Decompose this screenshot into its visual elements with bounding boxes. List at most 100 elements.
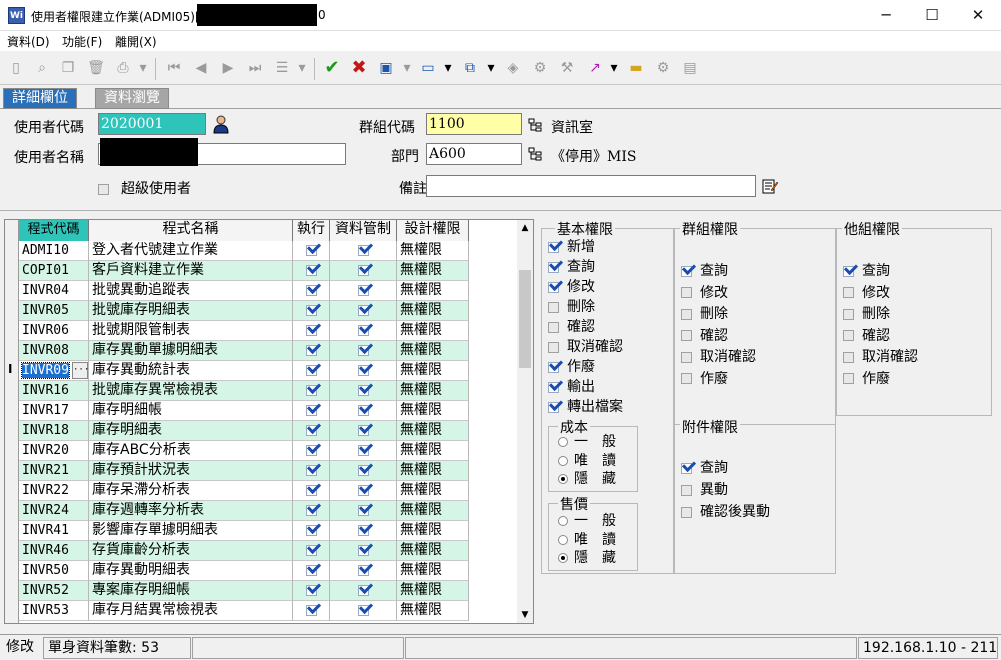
radio-button[interactable] [558, 437, 568, 447]
other-group-perms-item[interactable]: 作廢 [843, 369, 890, 389]
table-row[interactable]: INVR46 存貨庫齡分析表 無權限 [19, 541, 469, 561]
radio-button[interactable] [558, 516, 568, 526]
execute-checkbox[interactable] [293, 441, 330, 461]
scroll-up-icon[interactable]: ▲ [517, 220, 533, 236]
execute-checkbox[interactable] [293, 481, 330, 501]
basic-perms-item[interactable]: 刪除 [548, 297, 595, 317]
attach-perms-item[interactable]: 異動 [681, 480, 728, 500]
scroll-thumb[interactable] [519, 270, 531, 368]
table-row[interactable]: INVR22 庫存呆滯分析表 無權限 [19, 481, 469, 501]
program-code-cell[interactable]: INVR06 [19, 321, 89, 341]
menu-exit[interactable]: 離開(X) [115, 33, 157, 50]
scroll-down-icon[interactable]: ▼ [517, 607, 533, 623]
design-perm-cell[interactable]: 無權限 [397, 601, 469, 621]
execute-checkbox[interactable] [293, 421, 330, 441]
program-name-cell[interactable]: 存貨庫齡分析表 [89, 541, 293, 561]
basic-perms-item[interactable]: 輸出 [548, 377, 595, 397]
permission-checkbox[interactable] [681, 265, 692, 277]
program-code-cell[interactable]: INVR41 [19, 521, 89, 541]
super-user-checkbox[interactable] [98, 182, 109, 197]
program-name-cell[interactable]: 批號庫存明細表 [89, 301, 293, 321]
header-program-name[interactable]: 程式名稱 [89, 220, 293, 241]
execute-checkbox[interactable] [293, 321, 330, 341]
radio-button[interactable] [558, 455, 568, 466]
list-icon[interactable]: ☰ [272, 58, 292, 78]
program-grid[interactable]: I 程式代碼 程式名稱 執行 資料管制 設計權限 ADMI10 登入者代號建立作業… [4, 219, 534, 624]
radio-button[interactable] [558, 474, 568, 484]
permission-checkbox[interactable] [681, 506, 692, 518]
attach-perms-item[interactable]: 查詢 [681, 458, 728, 478]
folder-icon[interactable]: ▬ [626, 58, 646, 78]
group-code-field[interactable]: 1100 [426, 113, 522, 135]
copy-icon[interactable]: ❐ [58, 58, 78, 78]
execute-checkbox[interactable] [293, 541, 330, 561]
program-name-cell[interactable]: 登入者代號建立作業 [89, 241, 293, 261]
permission-checkbox[interactable] [843, 265, 854, 277]
program-name-cell[interactable]: 影響庫存單據明細表 [89, 521, 293, 541]
cost-radio-option[interactable]: 隱 藏 [558, 470, 616, 488]
group-perms-item[interactable]: 修改 [681, 283, 728, 303]
permission-checkbox[interactable] [681, 287, 692, 298]
program-code-cell[interactable]: INVR24 [19, 501, 89, 521]
program-name-cell[interactable]: 庫存異動統計表 [89, 361, 293, 381]
program-name-cell[interactable]: 專案庫存明細帳 [89, 581, 293, 601]
design-perm-cell[interactable]: 無權限 [397, 321, 469, 341]
tree-lookup-icon[interactable] [528, 147, 542, 161]
table-row[interactable]: INVR16 批號庫存異常檢視表 無權限 [19, 381, 469, 401]
data-control-checkbox[interactable] [330, 381, 397, 401]
gear-icon[interactable]: ⚙ [530, 58, 550, 78]
arrow-dropdown-icon[interactable]: ▾ [609, 58, 619, 78]
program-name-cell[interactable]: 庫存明細表 [89, 421, 293, 441]
design-perm-cell[interactable]: 無權限 [397, 441, 469, 461]
basic-perms-item[interactable]: 修改 [548, 277, 595, 297]
permission-checkbox[interactable] [548, 241, 559, 253]
arrow-icon[interactable]: ↗ [585, 58, 605, 78]
close-button[interactable]: ✕ [955, 0, 1001, 31]
data-control-checkbox[interactable] [330, 481, 397, 501]
tools-icon[interactable]: ⚒ [557, 58, 577, 78]
table-row[interactable]: INVR09 ··· 庫存異動統計表 無權限 [19, 361, 469, 381]
cancel-x-icon[interactable]: ✖ [349, 58, 369, 78]
design-perm-cell[interactable]: 無權限 [397, 541, 469, 561]
dept-field[interactable]: A600 [426, 143, 522, 165]
data-control-checkbox[interactable] [330, 541, 397, 561]
program-name-cell[interactable]: 庫存預計狀況表 [89, 461, 293, 481]
design-perm-cell[interactable]: 無權限 [397, 561, 469, 581]
execute-checkbox[interactable] [293, 501, 330, 521]
data-control-checkbox[interactable] [330, 341, 397, 361]
table-row[interactable]: INVR06 批號期限管制表 無權限 [19, 321, 469, 341]
data-control-checkbox[interactable] [330, 361, 397, 381]
maximize-button[interactable]: ☐ [909, 0, 955, 31]
basic-perms-item[interactable]: 轉出檔案 [548, 397, 623, 417]
other-group-perms-item[interactable]: 查詢 [843, 261, 890, 281]
last-record-icon[interactable]: ⏭ [245, 58, 265, 78]
design-perm-cell[interactable]: 無權限 [397, 361, 469, 381]
execute-checkbox[interactable] [293, 601, 330, 621]
monitor-icon[interactable]: ▭ [418, 58, 438, 78]
permission-checkbox[interactable] [843, 287, 854, 298]
ellipsis-button[interactable]: ··· [72, 362, 88, 379]
clipboard-icon[interactable]: ▤ [680, 58, 700, 78]
basic-perms-item[interactable]: 作廢 [548, 357, 595, 377]
design-perm-cell[interactable]: 無權限 [397, 401, 469, 421]
price-radio-option[interactable]: 隱 藏 [558, 549, 616, 567]
permission-checkbox[interactable] [843, 308, 854, 320]
memo-edit-icon[interactable] [762, 178, 779, 194]
execute-checkbox[interactable] [293, 401, 330, 421]
program-code-cell[interactable]: INVR50 [19, 561, 89, 581]
program-code-cell[interactable]: INVR53 [19, 601, 89, 621]
basic-perms-item[interactable]: 確認 [548, 317, 595, 337]
program-code-cell[interactable]: INVR18 [19, 421, 89, 441]
user-lookup-icon[interactable] [212, 114, 230, 134]
print-dropdown-icon[interactable]: ▾ [138, 58, 148, 78]
program-code-cell[interactable]: INVR04 [19, 281, 89, 301]
group-perms-item[interactable]: 確認 [681, 326, 728, 346]
table-row[interactable]: INVR52 專案庫存明細帳 無權限 [19, 581, 469, 601]
data-control-checkbox[interactable] [330, 561, 397, 581]
execute-checkbox[interactable] [293, 361, 330, 381]
table-row[interactable]: INVR04 批號異動追蹤表 無權限 [19, 281, 469, 301]
header-data-control[interactable]: 資料管制 [330, 220, 397, 241]
permission-checkbox[interactable] [548, 401, 559, 413]
attach-perms-item[interactable]: 確認後異動 [681, 502, 770, 522]
permission-checkbox[interactable] [548, 361, 559, 373]
